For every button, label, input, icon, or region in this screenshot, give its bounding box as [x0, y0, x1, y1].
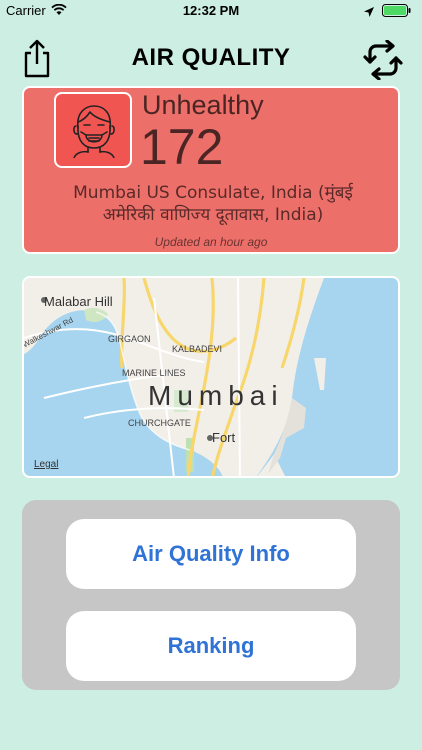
- refresh-icon: [363, 39, 403, 81]
- aqi-level-label: Unhealthy: [142, 90, 264, 120]
- clock: 12:32 PM: [182, 3, 240, 18]
- page-title: AIR QUALITY: [131, 44, 291, 71]
- ranking-button[interactable]: Ranking: [66, 611, 356, 681]
- map-city-label: Mumbai: [148, 380, 284, 411]
- aqi-icon-box: [54, 92, 132, 168]
- air-quality-card[interactable]: Unhealthy 172 Mumbai US Consulate, India…: [22, 86, 400, 254]
- map-label-girgaon: GIRGAON: [108, 334, 151, 344]
- battery-icon: [382, 4, 412, 20]
- map-label-fort: Fort: [212, 430, 236, 445]
- map-view[interactable]: Malabar Hill Walkeshwar Rd GIRGAON KALBA…: [22, 276, 400, 478]
- refresh-button[interactable]: [362, 39, 404, 81]
- station-name: Mumbai US Consulate, India (मुंबई अमेरिक…: [38, 182, 388, 226]
- map-legal-link[interactable]: Legal: [34, 459, 58, 470]
- aqi-value: 172: [140, 119, 224, 175]
- status-bar: Carrier 12:32 PM: [0, 0, 422, 22]
- map-label-marine-lines: MARINE LINES: [122, 368, 186, 378]
- map-label-kalbadevi: KALBADEVI: [172, 344, 223, 354]
- header: AIR QUALITY: [0, 30, 422, 86]
- station-name-line2: अमेरिकी वाणिज्य दूतावास, India): [102, 205, 324, 225]
- station-name-line1: Mumbai US Consulate, India (मुंबई: [73, 183, 353, 203]
- face-mask-icon: [73, 105, 115, 158]
- actions-panel: Air Quality Info Ranking: [22, 500, 400, 690]
- air-quality-info-button[interactable]: Air Quality Info: [66, 519, 356, 589]
- location-arrow-icon: [364, 5, 374, 20]
- map-label-churchgate: CHURCHGATE: [128, 418, 191, 428]
- updated-time: Updated an hour ago: [154, 235, 268, 249]
- map-label-malabar-hill: Malabar Hill: [44, 294, 113, 309]
